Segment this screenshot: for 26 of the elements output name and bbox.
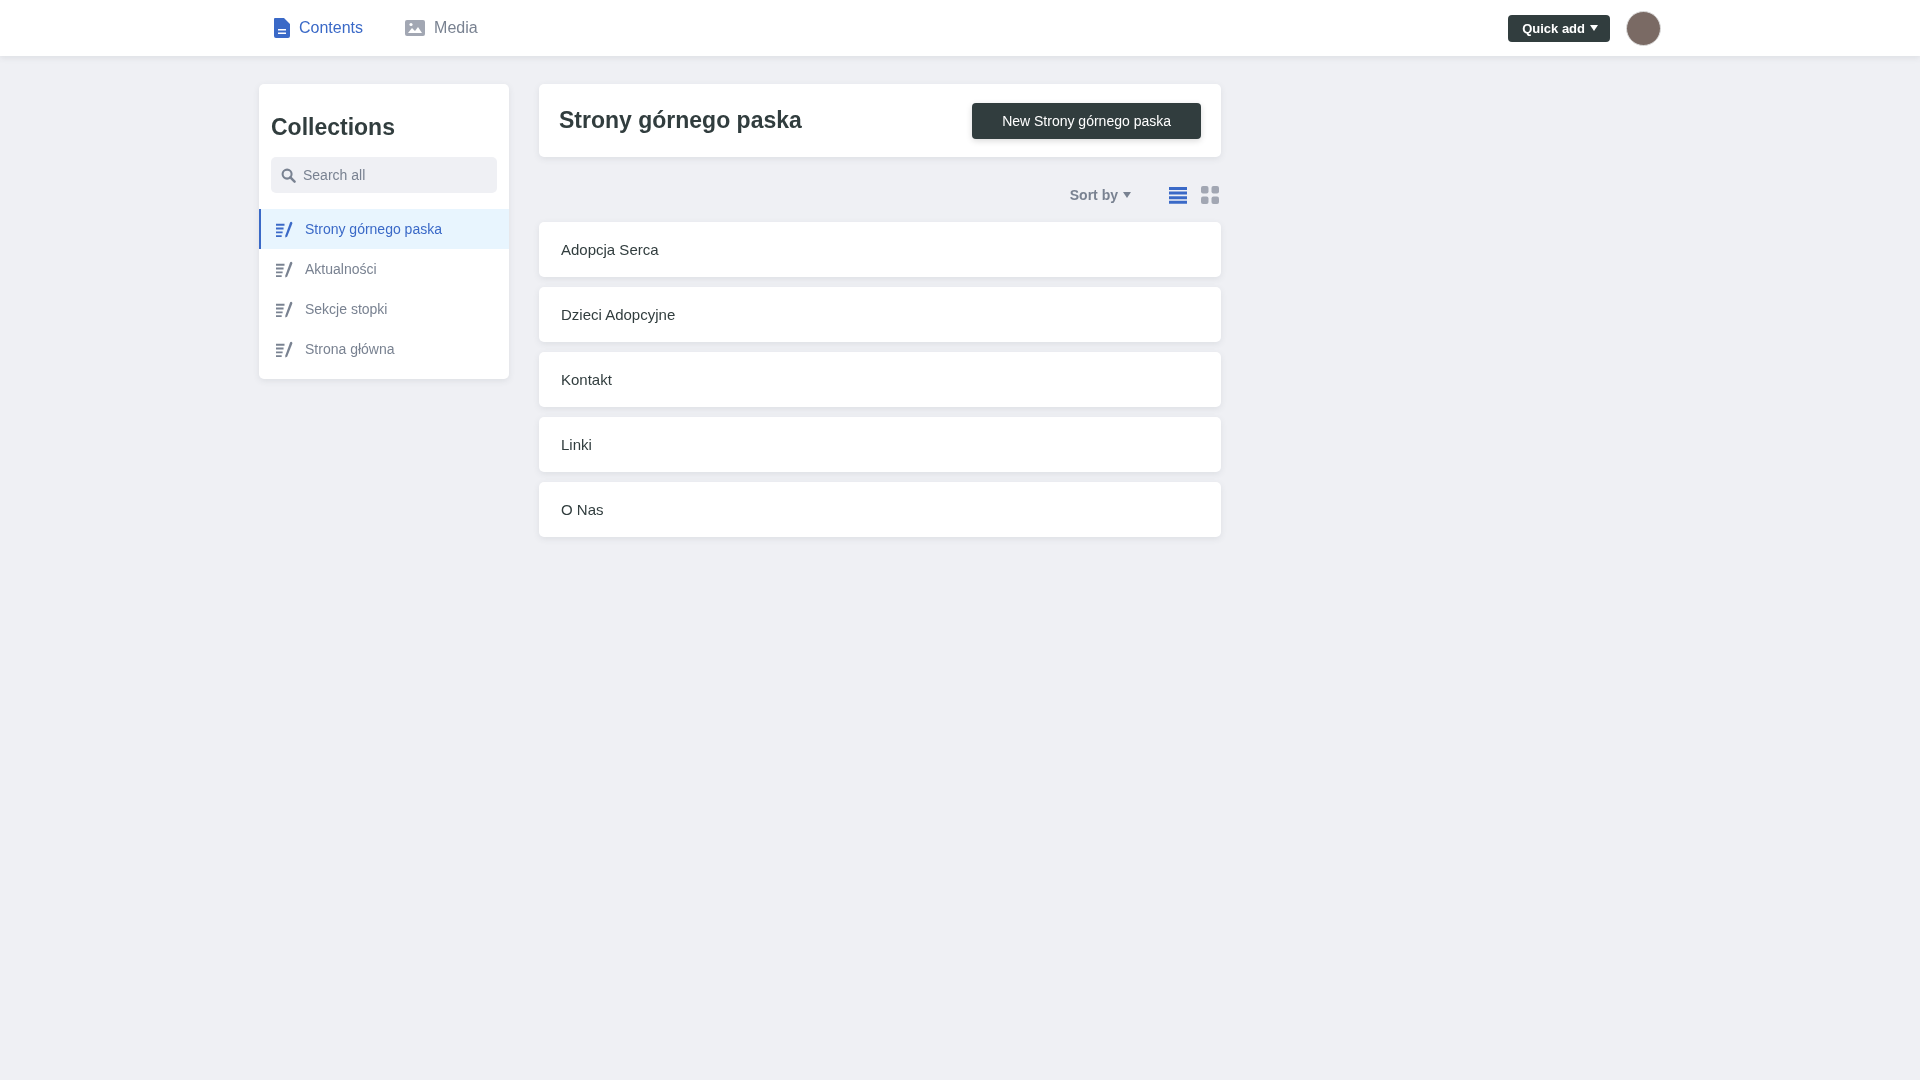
entry-card[interactable]: O Nas: [539, 482, 1221, 537]
list-view-icon[interactable]: [1169, 186, 1187, 204]
edit-list-icon: [276, 300, 293, 318]
entry-card[interactable]: Adopcja Serca: [539, 222, 1221, 277]
new-entry-button[interactable]: New Strony górnego paska: [972, 102, 1201, 139]
collection-item[interactable]: Strony górnego paska: [259, 209, 509, 249]
nav-tab[interactable]: Contents: [274, 18, 364, 38]
collection-item[interactable]: Strona główna: [259, 329, 509, 369]
image-icon: [405, 20, 426, 36]
search-field[interactable]: Search all: [271, 157, 497, 193]
caret-icon: [1123, 192, 1131, 198]
edit-list-icon: [276, 260, 293, 278]
entry-card[interactable]: Dzieci Adopcyjne: [539, 287, 1221, 342]
quick-add-button[interactable]: Quick add: [1508, 14, 1610, 42]
caret-icon: [1590, 25, 1598, 31]
entry-card[interactable]: Kontakt: [539, 352, 1221, 407]
sidebar-title: Collections: [270, 113, 396, 142]
nav-tab[interactable]: Media: [405, 18, 478, 38]
user-avatar[interactable]: [1626, 10, 1661, 46]
collection-item[interactable]: Aktualności: [259, 249, 509, 289]
collection-item[interactable]: Sekcje stopki: [259, 289, 509, 329]
edit-list-icon: [276, 220, 293, 238]
collection-title: Strony górnego paska: [559, 107, 802, 134]
edit-list-icon: [276, 340, 293, 358]
document-icon: [274, 18, 290, 38]
entry-card[interactable]: Linki: [539, 417, 1221, 472]
